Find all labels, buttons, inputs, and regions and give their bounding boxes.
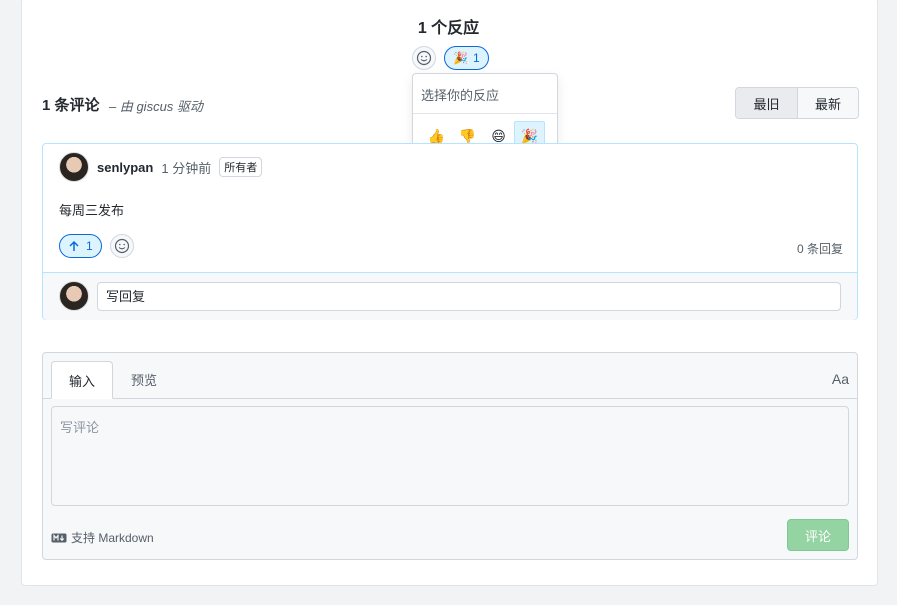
comment-editor: 输入 预览 Aa 写评论 支持 Markdown 评论 [42, 352, 858, 560]
replies-count: 0 条回复 [796, 242, 843, 256]
smiley-icon [114, 238, 129, 254]
owner-badge: 所有者 [219, 157, 263, 177]
comment-actions: 1 [59, 234, 134, 258]
powered-by: – 由 giscus 驱动 [109, 99, 203, 114]
markdown-icon [51, 533, 67, 542]
reactions-title: 1 个反应 [417, 20, 480, 37]
comment-count: 1 条评论 [42, 97, 100, 114]
text-size-toggle[interactable]: Aa [832, 371, 849, 387]
upvote-button[interactable]: 1 [59, 234, 102, 258]
reaction-count: 1 [472, 51, 480, 65]
markdown-note: 支持 Markdown [51, 529, 154, 546]
sort-newest-button[interactable]: 最新 [797, 88, 858, 118]
comment-header: senlypan 1 分钟前 所有者 [59, 152, 263, 182]
submit-comment-button[interactable]: 评论 [787, 519, 849, 551]
comment-time[interactable]: 1 分钟前 [161, 158, 211, 177]
sort-toggle: 最旧 最新 [735, 87, 859, 119]
upvote-count: 1 [86, 239, 93, 253]
editor-tabs: 输入 预览 [51, 361, 175, 399]
tab-write[interactable]: 输入 [51, 361, 113, 399]
reactions-row: 🎉 1 [412, 46, 489, 70]
comment-author[interactable]: senlypan [97, 160, 153, 175]
reaction-picker-title: 选择你的反应 [413, 74, 557, 114]
sort-oldest-button[interactable]: 最旧 [736, 88, 797, 118]
tab-preview[interactable]: 预览 [113, 361, 175, 398]
markdown-support-text[interactable]: 支持 Markdown [71, 529, 154, 546]
comment-textarea[interactable]: 写评论 [51, 406, 849, 506]
smiley-icon [416, 50, 432, 66]
reply-input[interactable]: 写回复 [97, 282, 841, 311]
add-reaction-button[interactable] [412, 46, 436, 70]
avatar[interactable] [59, 152, 89, 182]
hooray-icon: 🎉 [453, 51, 468, 65]
arrow-up-icon [69, 240, 79, 251]
reaction-hooray-button[interactable]: 🎉 1 [444, 46, 489, 70]
comment-card: senlypan 1 分钟前 所有者 每周三发布 1 0 条回复 写回复 [42, 143, 858, 320]
avatar [59, 281, 89, 311]
reply-row: 写回复 [43, 272, 857, 320]
comment-add-reaction-button[interactable] [109, 234, 134, 258]
comment-body: 每周三发布 [59, 203, 125, 218]
